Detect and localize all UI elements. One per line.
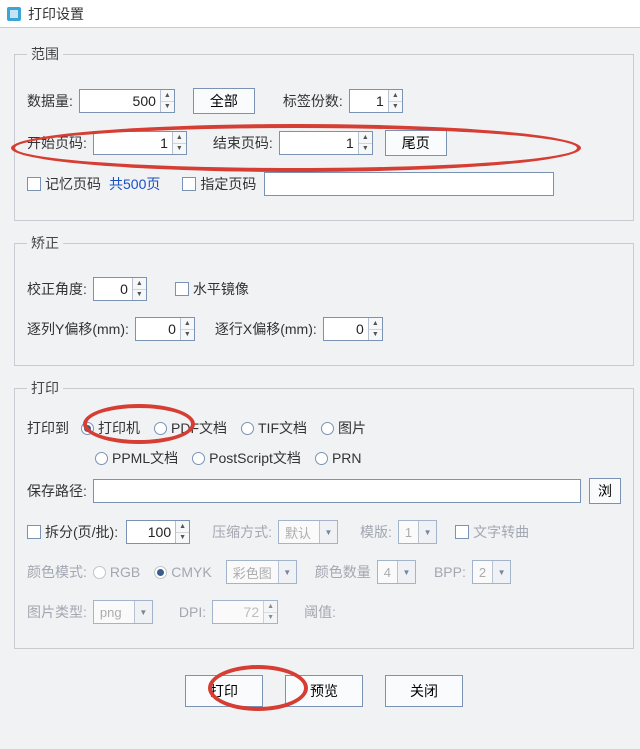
printto-label: 打印到 — [27, 418, 69, 438]
coly-spin[interactable]: ▲▼ — [135, 317, 195, 341]
titlebar: 打印设置 — [0, 0, 640, 28]
last-page-button[interactable]: 尾页 — [385, 130, 447, 156]
correct-legend: 矫正 — [27, 233, 63, 253]
template-combo: 1▼ — [398, 520, 437, 544]
colormode-label: 颜色模式: — [27, 562, 87, 582]
spin-arrows[interactable]: ▲▼ — [175, 521, 189, 543]
start-page-input[interactable] — [94, 132, 172, 154]
spin-arrows[interactable]: ▲▼ — [172, 132, 186, 154]
spin-arrows[interactable]: ▲▼ — [358, 132, 372, 154]
radio-cmyk: CMYK — [154, 564, 211, 580]
browse-button[interactable]: 浏 — [589, 478, 621, 504]
specify-page-input[interactable] — [264, 172, 554, 196]
start-page-spin[interactable]: ▲▼ — [93, 131, 187, 155]
color-combo: 彩色图▼ — [226, 560, 297, 584]
template-label: 模版: — [360, 522, 392, 542]
end-page-spin[interactable]: ▲▼ — [279, 131, 373, 155]
print-group: 打印 打印到 打印机 PDF文档 TIF文档 图片 PPML文档 PostScr… — [14, 378, 634, 649]
radio-image[interactable]: 图片 — [321, 418, 366, 438]
range-legend: 范围 — [27, 44, 63, 64]
print-button[interactable]: 打印 — [185, 675, 263, 707]
copies-label: 标签份数: — [283, 91, 343, 111]
data-count-spin[interactable]: ▲▼ — [79, 89, 175, 113]
radio-pdf[interactable]: PDF文档 — [154, 418, 227, 438]
coly-label: 逐列Y偏移(mm): — [27, 319, 129, 339]
spin-arrows[interactable]: ▲▼ — [180, 318, 194, 340]
data-count-label: 数据量: — [27, 91, 73, 111]
specify-page-check[interactable]: 指定页码 — [182, 174, 256, 194]
radio-ppml[interactable]: PPML文档 — [95, 448, 178, 468]
savepath-label: 保存路径: — [27, 481, 87, 501]
split-label: 拆分(页/批): — [45, 522, 118, 542]
copies-spin[interactable]: ▲▼ — [349, 89, 403, 113]
window-title: 打印设置 — [28, 4, 84, 24]
mirror-check[interactable]: 水平镜像 — [175, 279, 249, 299]
radio-rgb: RGB — [93, 564, 140, 580]
specify-page-label: 指定页码 — [200, 174, 256, 194]
split-input[interactable] — [127, 521, 175, 543]
copies-input[interactable] — [350, 90, 388, 112]
spin-arrows[interactable]: ▲▼ — [368, 318, 382, 340]
rowx-spin[interactable]: ▲▼ — [323, 317, 383, 341]
print-legend: 打印 — [27, 378, 63, 398]
dpi-spin: ▲▼ — [212, 600, 278, 624]
compress-label: 压缩方式: — [212, 522, 272, 542]
bpp-label: BPP: — [434, 564, 466, 580]
dpi-input — [213, 601, 263, 623]
start-page-label: 开始页码: — [27, 133, 87, 153]
spin-arrows[interactable]: ▲▼ — [132, 278, 146, 300]
correct-group: 矫正 校正角度: ▲▼ 水平镜像 逐列Y偏移(mm): ▲▼ 逐行X偏移(mm)… — [14, 233, 634, 366]
coly-input[interactable] — [136, 318, 180, 340]
imgtype-label: 图片类型: — [27, 602, 87, 622]
radio-printer[interactable]: 打印机 — [81, 418, 140, 438]
radio-postscript[interactable]: PostScript文档 — [192, 448, 301, 468]
colorcount-label: 颜色数量 — [315, 562, 371, 582]
data-count-input[interactable] — [80, 90, 160, 112]
imgtype-combo: png▼ — [93, 600, 153, 624]
rowx-label: 逐行X偏移(mm): — [215, 319, 317, 339]
dpi-label: DPI: — [179, 604, 206, 620]
bpp-combo: 2▼ — [472, 560, 511, 584]
end-page-input[interactable] — [280, 132, 358, 154]
angle-label: 校正角度: — [27, 279, 87, 299]
total-pages: 共500页 — [109, 174, 160, 194]
app-icon — [6, 6, 22, 22]
range-group: 范围 数据量: ▲▼ 全部 标签份数: ▲▼ 开始页码: ▲▼ 结束页码: ▲▼… — [14, 44, 634, 221]
spin-arrows[interactable]: ▲▼ — [160, 90, 174, 112]
remember-page-check[interactable]: 记忆页码 — [27, 174, 101, 194]
radio-prn[interactable]: PRN — [315, 450, 362, 466]
footer: 打印 预览 关闭 — [14, 661, 634, 727]
spin-arrows: ▲▼ — [263, 601, 277, 623]
mirror-label: 水平镜像 — [193, 279, 249, 299]
close-button[interactable]: 关闭 — [385, 675, 463, 707]
compress-combo: 默认▼ — [278, 520, 338, 544]
split-spin[interactable]: ▲▼ — [126, 520, 190, 544]
colorcount-combo: 4▼ — [377, 560, 416, 584]
end-page-label: 结束页码: — [213, 133, 273, 153]
textrotate-label: 文字转曲 — [473, 522, 529, 542]
rowx-input[interactable] — [324, 318, 368, 340]
textrotate-check[interactable]: 文字转曲 — [455, 522, 529, 542]
angle-input[interactable] — [94, 278, 132, 300]
spin-arrows[interactable]: ▲▼ — [388, 90, 402, 112]
split-check[interactable]: 拆分(页/批): — [27, 522, 118, 542]
angle-spin[interactable]: ▲▼ — [93, 277, 147, 301]
preview-button[interactable]: 预览 — [285, 675, 363, 707]
threshold-label: 阈值: — [304, 602, 336, 622]
savepath-input[interactable] — [93, 479, 581, 503]
all-button[interactable]: 全部 — [193, 88, 255, 114]
radio-tif[interactable]: TIF文档 — [241, 418, 307, 438]
remember-page-label: 记忆页码 — [45, 174, 101, 194]
